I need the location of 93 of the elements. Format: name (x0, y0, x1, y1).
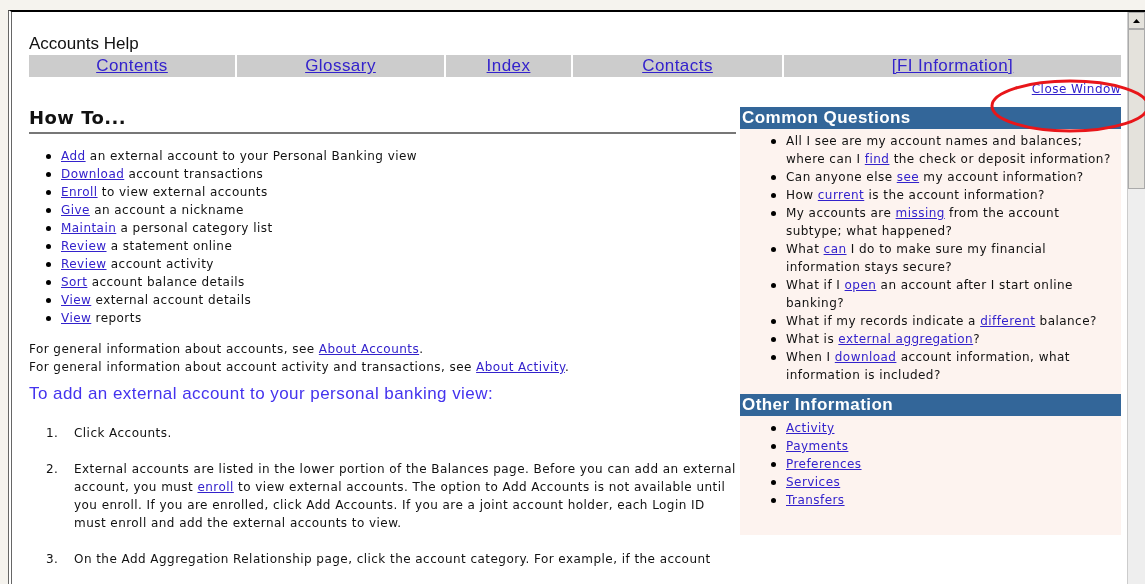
info-text: For general information about account activity and transactions, see About Activity. (29, 360, 570, 374)
bullet-icon (771, 139, 776, 144)
panel-heading: Common Questions (740, 107, 1121, 129)
nav-link[interactable]: Contents (29, 55, 235, 78)
bullet-icon (46, 190, 51, 195)
link[interactable]: Maintain (61, 221, 117, 235)
bullet-icon (771, 247, 776, 252)
bullet-icon (771, 193, 776, 198)
up-arrow-icon (1133, 18, 1140, 23)
link[interactable]: Review (61, 257, 107, 271)
bullet-icon (771, 283, 776, 288)
step-number: 1. (46, 425, 60, 442)
list-item: Enroll to view external accounts (61, 184, 268, 201)
scroll-up-button[interactable] (1128, 12, 1145, 29)
question-text: What is external aggregation? (786, 331, 980, 348)
bullet-icon (46, 208, 51, 213)
bullet-icon (771, 211, 776, 216)
link[interactable]: View (61, 311, 92, 325)
link[interactable]: different (980, 314, 1036, 328)
question-text: How current is the account information? (786, 187, 1045, 204)
step-text: On the Add Aggregation Relationship page, click the account category. For example, if the account (74, 551, 711, 568)
list-item: Download account transactions (61, 166, 264, 183)
link[interactable]: missing (895, 206, 945, 220)
close-window-link[interactable]: Close Window (1031, 82, 1121, 99)
link[interactable]: Payments (786, 437, 849, 455)
question-text: What can I do to make sure my financial information stays secure? (786, 241, 1048, 276)
nav-link[interactable]: [FI Information] (784, 55, 1121, 78)
bullet-icon (771, 319, 776, 324)
bullet-icon (46, 244, 51, 249)
link[interactable]: open (844, 278, 877, 292)
link[interactable]: Preferences (786, 455, 862, 473)
list-item: View external account details (61, 292, 252, 309)
bullet-icon (771, 444, 776, 449)
link[interactable]: Add (61, 149, 86, 163)
list-item: Maintain a personal category list (61, 220, 273, 237)
link[interactable]: Review (61, 239, 107, 253)
link[interactable]: View (61, 293, 92, 307)
scrollbar[interactable] (1127, 12, 1145, 584)
nav-link[interactable]: Index (446, 55, 571, 78)
link[interactable]: enroll (197, 480, 234, 494)
subsection-title: To add an external account to your personal banking view: (29, 384, 495, 404)
link[interactable]: see (896, 170, 920, 184)
scroll-thumb[interactable] (1128, 29, 1145, 189)
question-text: Can anyone else see my account information? (786, 169, 1084, 186)
nav-link[interactable]: Contacts (573, 55, 782, 78)
link[interactable]: download (834, 350, 897, 364)
bullet-icon (771, 462, 776, 467)
link[interactable]: Activity (786, 419, 835, 437)
bullet-icon (46, 316, 51, 321)
bullet-icon (771, 337, 776, 342)
nav-link[interactable]: Glossary (237, 55, 444, 78)
step-text: External accounts are listed in the lower portion of the Balances page. Before you can add an external account, you must enroll to view external accounts. The option to Add Accounts is not available until you enroll. If you are enrolled, click Add Accounts. If you are a joint account holder, each Login ID must enroll and add the external accounts to view. (74, 461, 736, 532)
page-title: Accounts Help (29, 34, 140, 55)
link[interactable]: Download (61, 167, 125, 181)
bullet-icon (771, 355, 776, 360)
step-text: Click Accounts. (74, 425, 172, 442)
step-number: 2. (46, 461, 60, 478)
list-item: Add an external account to your Personal Banking view (61, 148, 418, 165)
list-item: Review a statement online (61, 238, 233, 255)
link[interactable]: Services (786, 473, 841, 491)
question-text: When I download account information, what information is included? (786, 349, 1071, 384)
link[interactable]: About Activity (476, 360, 565, 374)
list-item: View reports (61, 310, 142, 327)
link[interactable]: current (817, 188, 865, 202)
list-item: Review account activity (61, 256, 214, 273)
list-item: Sort account balance details (61, 274, 245, 291)
bullet-icon (46, 154, 51, 159)
bullet-icon (46, 262, 51, 267)
panel-heading: Other Information (740, 394, 1121, 416)
bullet-icon (771, 175, 776, 180)
bullet-icon (46, 298, 51, 303)
bullet-icon (46, 280, 51, 285)
link[interactable]: About Accounts (318, 342, 420, 356)
bullet-icon (771, 480, 776, 485)
link[interactable]: Sort (61, 275, 88, 289)
bullet-icon (46, 226, 51, 231)
question-text: All I see are my account names and balances; where can I find the check or deposit information? (786, 133, 1112, 168)
link[interactable]: can (823, 242, 847, 256)
list-item: Give an account a nickname (61, 202, 244, 219)
link[interactable]: Transfers (786, 491, 845, 509)
section-heading: How To... (29, 99, 736, 134)
info-text: For general information about accounts, see About Accounts. (29, 342, 424, 356)
link[interactable]: external aggregation (838, 332, 974, 346)
bullet-icon (771, 498, 776, 503)
link[interactable]: Give (61, 203, 90, 217)
question-text: My accounts are missing from the account subtype; what happened? (786, 205, 1061, 240)
bullet-icon (46, 172, 51, 177)
step-number: 3. (46, 551, 60, 568)
question-text: What if my records indicate a different balance? (786, 313, 1097, 330)
link[interactable]: find (864, 152, 890, 166)
question-text: What if I open an account after I start online banking? (786, 277, 1074, 312)
bullet-icon (771, 426, 776, 431)
link[interactable]: Enroll (61, 185, 98, 199)
